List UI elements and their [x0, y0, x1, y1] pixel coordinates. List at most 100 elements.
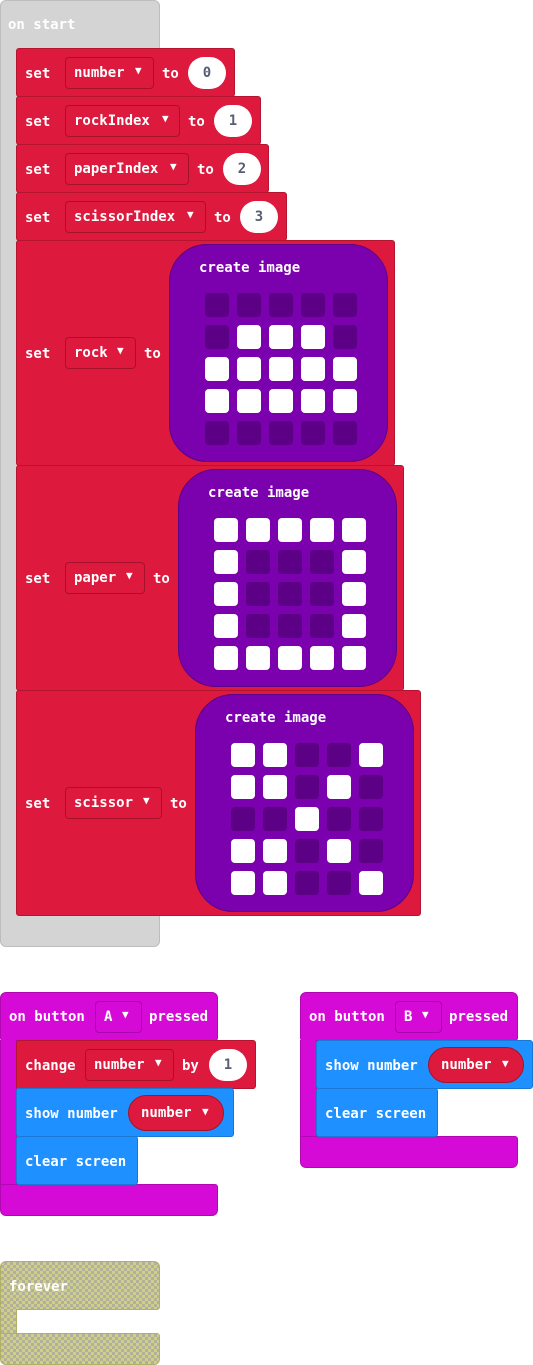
- led-cell[interactable]: [214, 550, 238, 574]
- variable-dropdown-change[interactable]: number ▼: [85, 1049, 174, 1081]
- led-cell[interactable]: [301, 357, 325, 381]
- number-variable-reporter[interactable]: number ▼: [128, 1095, 224, 1131]
- led-cell[interactable]: [327, 775, 351, 799]
- led-cell[interactable]: [278, 646, 302, 670]
- led-cell[interactable]: [269, 293, 293, 317]
- led-cell[interactable]: [269, 421, 293, 445]
- led-cell[interactable]: [359, 775, 383, 799]
- variable-dropdown-paperindex[interactable]: paperIndex ▼: [65, 153, 189, 185]
- led-cell[interactable]: [246, 614, 270, 638]
- led-cell[interactable]: [342, 646, 366, 670]
- led-cell[interactable]: [342, 518, 366, 542]
- set-number-block[interactable]: set number ▼ to 0: [16, 48, 235, 97]
- led-cell[interactable]: [301, 293, 325, 317]
- led-cell[interactable]: [295, 743, 319, 767]
- led-cell[interactable]: [278, 550, 302, 574]
- led-cell[interactable]: [231, 743, 255, 767]
- led-cell[interactable]: [237, 421, 261, 445]
- led-cell[interactable]: [327, 807, 351, 831]
- led-cell[interactable]: [333, 293, 357, 317]
- led-cell[interactable]: [214, 614, 238, 638]
- led-cell[interactable]: [237, 389, 261, 413]
- led-cell[interactable]: [214, 582, 238, 606]
- led-cell[interactable]: [333, 357, 357, 381]
- led-cell[interactable]: [333, 389, 357, 413]
- button-dropdown-a[interactable]: A ▼: [95, 1001, 142, 1033]
- led-cell[interactable]: [278, 518, 302, 542]
- led-cell[interactable]: [231, 871, 255, 895]
- led-cell[interactable]: [269, 325, 293, 349]
- led-cell[interactable]: [333, 421, 357, 445]
- led-cell[interactable]: [237, 357, 261, 381]
- led-cell[interactable]: [231, 839, 255, 863]
- led-cell[interactable]: [205, 421, 229, 445]
- led-cell[interactable]: [342, 582, 366, 606]
- led-cell[interactable]: [263, 807, 287, 831]
- change-number-block[interactable]: change number ▼ by 1: [16, 1040, 256, 1089]
- variable-dropdown-paper[interactable]: paper ▼: [65, 562, 145, 594]
- set-scissor-block[interactable]: set scissor ▼ to create image: [16, 690, 421, 916]
- led-cell[interactable]: [246, 550, 270, 574]
- led-cell[interactable]: [214, 646, 238, 670]
- forever-block[interactable]: forever: [0, 1261, 160, 1310]
- variable-dropdown-scissor[interactable]: scissor ▼: [65, 787, 162, 819]
- number-value-input[interactable]: 0: [188, 57, 226, 89]
- create-image-block-scissor[interactable]: create image: [195, 694, 414, 912]
- set-paperindex-block[interactable]: set paperIndex ▼ to 2: [16, 144, 269, 193]
- led-cell[interactable]: [237, 293, 261, 317]
- led-cell[interactable]: [342, 614, 366, 638]
- create-image-block-rock[interactable]: create image: [169, 244, 388, 462]
- led-cell[interactable]: [246, 646, 270, 670]
- led-cell[interactable]: [301, 389, 325, 413]
- variable-dropdown-number[interactable]: number ▼: [65, 57, 154, 89]
- create-image-block-paper[interactable]: create image: [178, 469, 397, 687]
- led-cell[interactable]: [263, 839, 287, 863]
- led-cell[interactable]: [205, 389, 229, 413]
- led-cell[interactable]: [263, 775, 287, 799]
- led-cell[interactable]: [269, 357, 293, 381]
- rockindex-value-input[interactable]: 1: [214, 105, 252, 137]
- led-cell[interactable]: [359, 807, 383, 831]
- led-cell[interactable]: [310, 518, 334, 542]
- led-cell[interactable]: [295, 775, 319, 799]
- led-cell[interactable]: [310, 614, 334, 638]
- led-cell[interactable]: [237, 325, 261, 349]
- set-paper-block[interactable]: set paper ▼ to create image: [16, 465, 404, 691]
- led-cell[interactable]: [301, 325, 325, 349]
- led-cell[interactable]: [310, 582, 334, 606]
- led-cell[interactable]: [205, 357, 229, 381]
- led-cell[interactable]: [205, 325, 229, 349]
- set-rock-block[interactable]: set rock ▼ to create image: [16, 240, 395, 466]
- led-cell[interactable]: [231, 775, 255, 799]
- show-number-block-b[interactable]: show number number ▼: [316, 1040, 533, 1089]
- led-cell[interactable]: [327, 871, 351, 895]
- variable-dropdown-rock[interactable]: rock ▼: [65, 337, 136, 369]
- scissorindex-value-input[interactable]: 3: [240, 201, 278, 233]
- led-cell[interactable]: [295, 839, 319, 863]
- set-rockindex-block[interactable]: set rockIndex ▼ to 1: [16, 96, 261, 145]
- led-cell[interactable]: [269, 389, 293, 413]
- led-cell[interactable]: [295, 807, 319, 831]
- led-cell[interactable]: [310, 550, 334, 574]
- led-cell[interactable]: [278, 582, 302, 606]
- led-cell[interactable]: [246, 518, 270, 542]
- led-cell[interactable]: [214, 518, 238, 542]
- paperindex-value-input[interactable]: 2: [223, 153, 261, 185]
- clear-screen-block-b[interactable]: clear screen: [316, 1088, 438, 1137]
- change-by-value-input[interactable]: 1: [209, 1049, 247, 1081]
- led-cell[interactable]: [327, 839, 351, 863]
- variable-dropdown-rockindex[interactable]: rockIndex ▼: [65, 105, 180, 137]
- led-cell[interactable]: [359, 839, 383, 863]
- led-cell[interactable]: [263, 743, 287, 767]
- led-cell[interactable]: [231, 807, 255, 831]
- led-cell[interactable]: [359, 743, 383, 767]
- led-cell[interactable]: [310, 646, 334, 670]
- led-cell[interactable]: [333, 325, 357, 349]
- variable-dropdown-scissorindex[interactable]: scissorIndex ▼: [65, 201, 206, 233]
- number-variable-reporter[interactable]: number ▼: [428, 1047, 524, 1083]
- led-cell[interactable]: [342, 550, 366, 574]
- show-number-block-a[interactable]: show number number ▼: [16, 1088, 234, 1137]
- led-cell[interactable]: [301, 421, 325, 445]
- clear-screen-block-a[interactable]: clear screen: [16, 1136, 138, 1185]
- on-button-b-block[interactable]: on button B ▼ pressed: [300, 992, 518, 1041]
